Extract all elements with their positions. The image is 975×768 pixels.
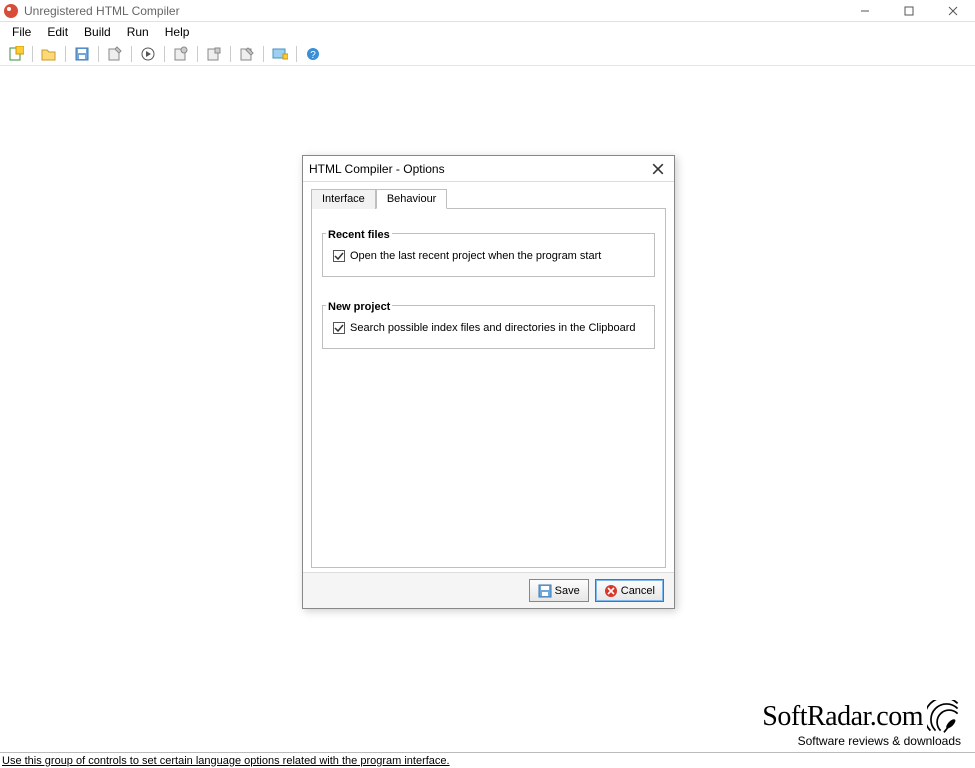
cancel-x-icon <box>604 584 618 598</box>
watermark: SoftRadar.com Software reviews & downloa… <box>762 700 961 748</box>
options-dialog: HTML Compiler - Options Interface Behavi… <box>302 155 675 609</box>
group-title-recent-files: Recent files <box>326 229 392 241</box>
toolbar: ? <box>0 42 975 66</box>
svg-text:?: ? <box>310 50 316 61</box>
checkbox-open-last-project[interactable]: Open the last recent project when the pr… <box>333 250 644 262</box>
statusbar-text: Use this group of controls to set certai… <box>2 755 450 767</box>
window-title: Unregistered HTML Compiler <box>24 4 180 18</box>
tool-icon-1[interactable] <box>169 43 193 65</box>
checkbox-search-clipboard[interactable]: Search possible index files and director… <box>333 322 644 334</box>
radar-icon <box>927 700 961 734</box>
watermark-text: SoftRadar.com <box>762 701 923 733</box>
checkbox-label: Search possible index files and director… <box>350 322 636 334</box>
open-icon[interactable] <box>37 43 61 65</box>
save-button-label: Save <box>555 585 580 597</box>
maximize-button[interactable] <box>887 0 931 22</box>
toolbar-separator <box>230 46 231 62</box>
new-project-icon[interactable] <box>4 43 28 65</box>
save-button[interactable]: Save <box>529 579 589 602</box>
tab-page-behaviour: Recent files Open the last recent projec… <box>311 208 666 568</box>
toolbar-separator <box>263 46 264 62</box>
checkbox-icon <box>333 322 345 334</box>
menubar: File Edit Build Run Help <box>0 22 975 42</box>
cancel-button-label: Cancel <box>621 585 655 597</box>
statusbar: Use this group of controls to set certai… <box>0 752 975 768</box>
menu-help[interactable]: Help <box>157 23 198 41</box>
menu-run[interactable]: Run <box>119 23 157 41</box>
titlebar: Unregistered HTML Compiler <box>0 0 975 22</box>
save-icon[interactable] <box>70 43 94 65</box>
minimize-button[interactable] <box>843 0 887 22</box>
group-title-new-project: New project <box>326 301 392 313</box>
toolbar-separator <box>65 46 66 62</box>
tool-icon-3[interactable] <box>235 43 259 65</box>
menu-edit[interactable]: Edit <box>39 23 76 41</box>
menu-build[interactable]: Build <box>76 23 119 41</box>
tool-icon-2[interactable] <box>202 43 226 65</box>
options-icon[interactable] <box>268 43 292 65</box>
app-icon <box>4 4 18 18</box>
toolbar-separator <box>197 46 198 62</box>
checkbox-icon <box>333 250 345 262</box>
dialog-body: Interface Behaviour Recent files Open th… <box>303 182 674 572</box>
dialog-close-button[interactable] <box>648 159 668 179</box>
tab-behaviour[interactable]: Behaviour <box>376 189 448 209</box>
toolbar-separator <box>131 46 132 62</box>
dialog-button-row: Save Cancel <box>303 572 674 608</box>
build-icon[interactable] <box>103 43 127 65</box>
checkbox-label: Open the last recent project when the pr… <box>350 250 601 262</box>
save-disk-icon <box>538 584 552 598</box>
menu-file[interactable]: File <box>4 23 39 41</box>
toolbar-separator <box>98 46 99 62</box>
help-icon[interactable]: ? <box>301 43 325 65</box>
close-button[interactable] <box>931 0 975 22</box>
group-recent-files: Recent files Open the last recent projec… <box>322 219 655 277</box>
dialog-titlebar: HTML Compiler - Options <box>303 156 674 182</box>
group-new-project: New project Search possible index files … <box>322 291 655 349</box>
toolbar-separator <box>296 46 297 62</box>
run-icon[interactable] <box>136 43 160 65</box>
window-buttons <box>843 0 975 22</box>
watermark-brand: SoftRadar.com <box>762 700 961 734</box>
toolbar-separator <box>32 46 33 62</box>
toolbar-separator <box>164 46 165 62</box>
watermark-tagline: Software reviews & downloads <box>762 734 961 748</box>
dialog-title-text: HTML Compiler - Options <box>309 162 445 176</box>
cancel-button[interactable]: Cancel <box>595 579 664 602</box>
tab-interface[interactable]: Interface <box>311 189 376 209</box>
dialog-tabs: Interface Behaviour <box>311 188 666 208</box>
